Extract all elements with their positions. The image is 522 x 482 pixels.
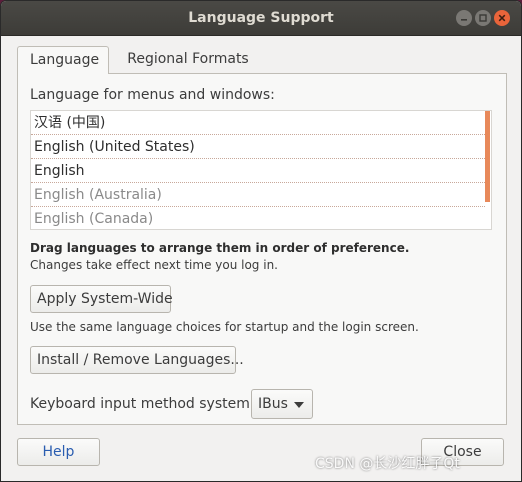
watermark-text: CSDN @长沙红胖子Qt bbox=[315, 456, 460, 472]
drag-hint-text: Drag languages to arrange them in order … bbox=[30, 241, 410, 255]
tab-language[interactable]: Language bbox=[17, 46, 109, 74]
help-button[interactable]: Help bbox=[17, 438, 100, 466]
language-list-item[interactable]: English (United States) bbox=[31, 135, 485, 159]
language-list-item[interactable]: English (Canada) bbox=[31, 207, 485, 229]
keyboard-input-method-select[interactable]: IBus bbox=[251, 389, 313, 419]
menus-language-label: Language for menus and windows: bbox=[30, 87, 275, 103]
keyboard-input-method-label: Keyboard input method system: bbox=[30, 396, 255, 412]
install-remove-languages-button[interactable]: Install / Remove Languages... bbox=[30, 346, 244, 374]
chevron-down-icon bbox=[294, 402, 304, 408]
maximize-icon bbox=[479, 14, 487, 22]
apply-note-text: Use the same language choices for startu… bbox=[30, 320, 419, 334]
tab-bar: Language Regional Formats bbox=[17, 46, 507, 74]
language-list-item[interactable]: English bbox=[31, 159, 485, 183]
apply-system-wide-button[interactable]: Apply System-Wide bbox=[30, 285, 173, 313]
maximize-button[interactable] bbox=[475, 10, 491, 26]
minimize-icon bbox=[461, 19, 467, 21]
minimize-button[interactable] bbox=[456, 10, 472, 26]
close-icon bbox=[498, 14, 506, 22]
keyboard-input-method-value: IBus bbox=[258, 396, 288, 412]
title-bar[interactable]: Language Support bbox=[1, 1, 521, 36]
language-list-item[interactable]: English (Australia) bbox=[31, 183, 485, 207]
language-list-scrollbar[interactable] bbox=[485, 111, 491, 229]
language-tab-panel: Language for menus and windows: 汉语 (中国) … bbox=[17, 73, 507, 425]
tab-regional-formats[interactable]: Regional Formats bbox=[109, 46, 267, 74]
language-list[interactable]: 汉语 (中国) English (United States) English … bbox=[30, 110, 492, 230]
language-support-window: Language Support Language Regional Forma… bbox=[0, 0, 522, 482]
window-title: Language Support bbox=[188, 10, 334, 26]
language-list-item[interactable]: 汉语 (中国) bbox=[31, 111, 485, 135]
changes-note-text: Changes take effect next time you log in… bbox=[30, 258, 278, 272]
scrollbar-thumb[interactable] bbox=[485, 111, 490, 202]
window-close-button[interactable] bbox=[494, 10, 510, 26]
